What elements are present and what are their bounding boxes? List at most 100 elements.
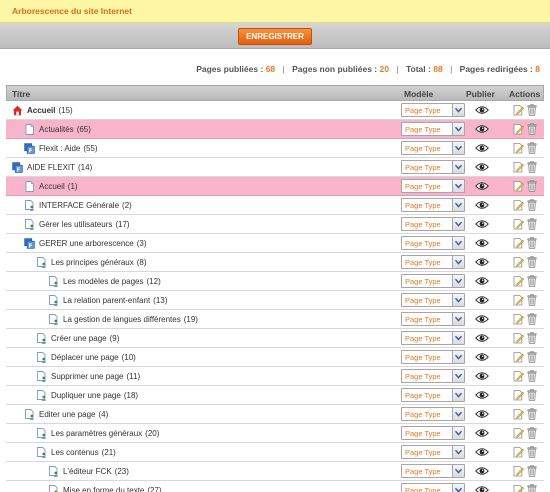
chevron-down-icon[interactable] xyxy=(452,161,464,173)
table-row[interactable]: Accueil (15) Page Type xyxy=(6,101,544,120)
page-model-select[interactable]: Page Type xyxy=(401,103,465,117)
page-model-select[interactable]: Page Type xyxy=(401,331,465,345)
table-row[interactable]: F Flexit : Aide (55) Page Type xyxy=(6,139,544,158)
trash-icon[interactable] xyxy=(527,161,537,173)
chevron-down-icon[interactable] xyxy=(452,313,464,325)
trash-icon[interactable] xyxy=(527,180,537,192)
page-name-link[interactable]: Accueil xyxy=(39,182,65,191)
edit-icon[interactable] xyxy=(513,104,524,116)
chevron-down-icon[interactable] xyxy=(452,294,464,306)
edit-icon[interactable] xyxy=(513,199,524,211)
table-row[interactable]: Déplacer une page (10) Page Type xyxy=(6,348,544,367)
table-row[interactable]: Supprimer une page (11) Page Type xyxy=(6,367,544,386)
page-model-select[interactable]: Page Type xyxy=(401,160,465,174)
eye-icon[interactable] xyxy=(475,390,489,400)
page-model-select[interactable]: Page Type xyxy=(401,445,465,459)
table-row[interactable]: Accueil (1) Page Type xyxy=(6,177,544,196)
page-name-link[interactable]: Accueil xyxy=(27,106,55,115)
edit-icon[interactable] xyxy=(513,161,524,173)
page-model-select[interactable]: Page Type xyxy=(401,426,465,440)
page-name-link[interactable]: Actualités xyxy=(39,125,74,134)
page-name-link[interactable]: GERER une arborescence xyxy=(39,239,134,248)
chevron-down-icon[interactable] xyxy=(452,218,464,230)
eye-icon[interactable] xyxy=(475,200,489,210)
chevron-down-icon[interactable] xyxy=(452,199,464,211)
trash-icon[interactable] xyxy=(527,142,537,154)
eye-icon[interactable] xyxy=(475,295,489,305)
trash-icon[interactable] xyxy=(527,256,537,268)
table-row[interactable]: Gérer les utilisateurs (17) Page Type xyxy=(6,215,544,234)
page-model-select[interactable]: Page Type xyxy=(401,274,465,288)
chevron-down-icon[interactable] xyxy=(452,446,464,458)
page-name-link[interactable]: La gestion de langues différentes xyxy=(63,315,181,324)
page-model-select[interactable]: Page Type xyxy=(401,141,465,155)
page-model-select[interactable]: Page Type xyxy=(401,293,465,307)
edit-icon[interactable] xyxy=(513,465,524,477)
edit-icon[interactable] xyxy=(513,294,524,306)
chevron-down-icon[interactable] xyxy=(452,427,464,439)
page-name-link[interactable]: Les contenus xyxy=(51,448,99,457)
page-model-select[interactable]: Page Type xyxy=(401,483,465,492)
chevron-down-icon[interactable] xyxy=(452,180,464,192)
page-model-select[interactable]: Page Type xyxy=(401,350,465,364)
page-model-select[interactable]: Page Type xyxy=(401,255,465,269)
eye-icon[interactable] xyxy=(475,257,489,267)
trash-icon[interactable] xyxy=(527,294,537,306)
page-model-select[interactable]: Page Type xyxy=(401,407,465,421)
trash-icon[interactable] xyxy=(527,484,537,492)
eye-icon[interactable] xyxy=(475,409,489,419)
edit-icon[interactable] xyxy=(513,256,524,268)
trash-icon[interactable] xyxy=(527,313,537,325)
edit-icon[interactable] xyxy=(513,237,524,249)
eye-icon[interactable] xyxy=(475,333,489,343)
page-model-select[interactable]: Page Type xyxy=(401,179,465,193)
edit-icon[interactable] xyxy=(513,484,524,492)
trash-icon[interactable] xyxy=(527,465,537,477)
trash-icon[interactable] xyxy=(527,427,537,439)
table-row[interactable]: La gestion de langues différentes (19) Pag… xyxy=(6,310,544,329)
edit-icon[interactable] xyxy=(513,142,524,154)
table-row[interactable]: Les principes généraux (8) Page Type xyxy=(6,253,544,272)
eye-icon[interactable] xyxy=(475,447,489,457)
eye-icon[interactable] xyxy=(475,219,489,229)
eye-icon[interactable] xyxy=(475,238,489,248)
edit-icon[interactable] xyxy=(513,275,524,287)
trash-icon[interactable] xyxy=(527,275,537,287)
page-name-link[interactable]: AIDE FLEXIT xyxy=(27,163,75,172)
chevron-down-icon[interactable] xyxy=(452,237,464,249)
page-model-select[interactable]: Page Type xyxy=(401,369,465,383)
page-model-select[interactable]: Page Type xyxy=(401,217,465,231)
table-row[interactable]: La relation parent-enfant (13) Page Type xyxy=(6,291,544,310)
chevron-down-icon[interactable] xyxy=(452,370,464,382)
trash-icon[interactable] xyxy=(527,237,537,249)
trash-icon[interactable] xyxy=(527,351,537,363)
page-model-select[interactable]: Page Type xyxy=(401,464,465,478)
page-name-link[interactable]: Créer une page xyxy=(51,334,107,343)
chevron-down-icon[interactable] xyxy=(452,351,464,363)
table-row[interactable]: F AIDE FLEXIT (14) Page Type xyxy=(6,158,544,177)
chevron-down-icon[interactable] xyxy=(452,408,464,420)
table-row[interactable]: Les contenus (21) Page Type xyxy=(6,443,544,462)
table-row[interactable]: F GERER une arborescence (3) Page Type xyxy=(6,234,544,253)
chevron-down-icon[interactable] xyxy=(452,389,464,401)
edit-icon[interactable] xyxy=(513,446,524,458)
page-name-link[interactable]: Les paramètres généraux xyxy=(51,429,142,438)
edit-icon[interactable] xyxy=(513,408,524,420)
page-name-link[interactable]: Les modèles de pages xyxy=(63,277,144,286)
eye-icon[interactable] xyxy=(475,143,489,153)
eye-icon[interactable] xyxy=(475,428,489,438)
page-name-link[interactable]: Editer une page xyxy=(39,410,96,419)
eye-icon[interactable] xyxy=(475,181,489,191)
eye-icon[interactable] xyxy=(475,371,489,381)
page-name-link[interactable]: Les principes généraux xyxy=(51,258,134,267)
eye-icon[interactable] xyxy=(475,352,489,362)
page-name-link[interactable]: Dupliquer une page xyxy=(51,391,121,400)
save-button[interactable]: ENREGISTRER xyxy=(238,28,312,45)
page-name-link[interactable]: INTERFACE Générale xyxy=(39,201,119,210)
page-name-link[interactable]: Gérer les utilisateurs xyxy=(39,220,112,229)
table-row[interactable]: INTERFACE Générale (2) Page Type xyxy=(6,196,544,215)
trash-icon[interactable] xyxy=(527,389,537,401)
trash-icon[interactable] xyxy=(527,370,537,382)
page-model-select[interactable]: Page Type xyxy=(401,122,465,136)
table-row[interactable]: Les modèles de pages (12) Page Type xyxy=(6,272,544,291)
